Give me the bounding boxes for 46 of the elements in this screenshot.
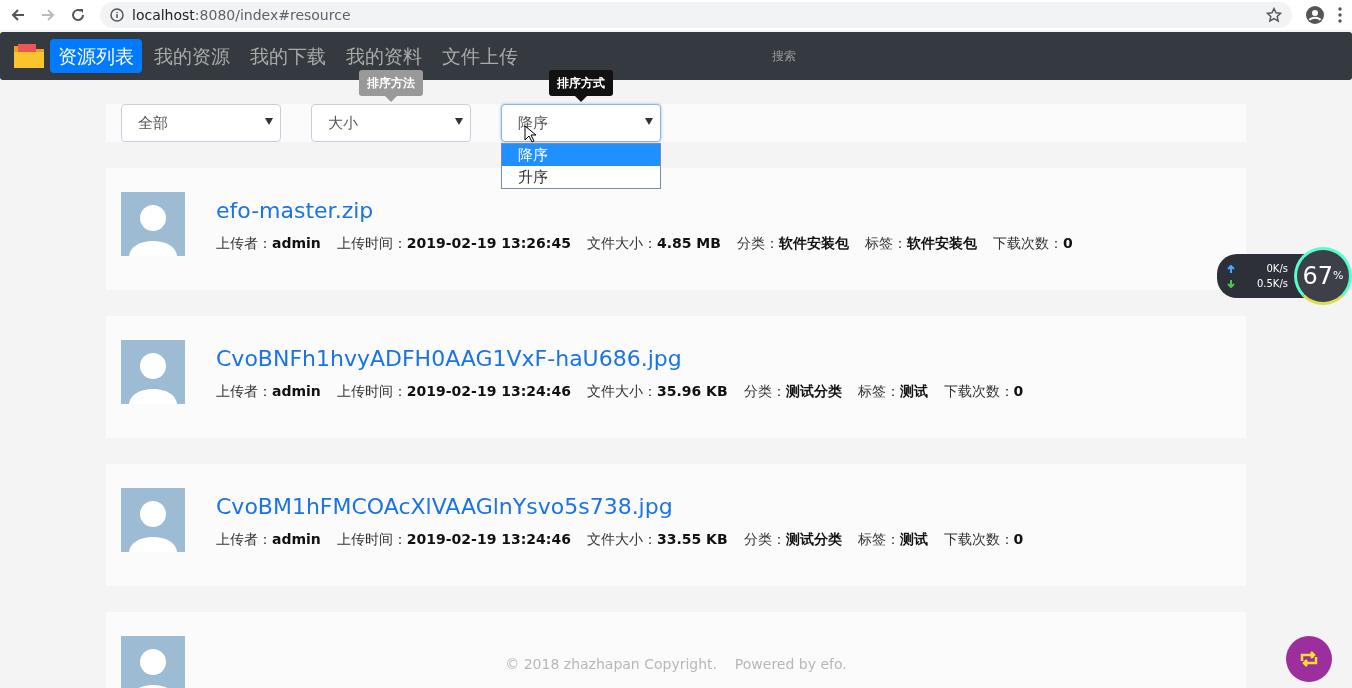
meta-text: 标签：软件安装包 [864,234,977,253]
usage-gauge: 67% [1294,247,1352,305]
folder-icon[interactable] [12,42,46,70]
meta-text: 上传时间：2019-02-19 13:24:46 [336,382,571,401]
meta-text: 上传者：admin [216,382,321,401]
meta-text: 文件大小：4.85 MB [586,234,721,253]
meta-text: 标签：测试 [857,530,928,549]
account-icon[interactable] [1306,6,1324,24]
nav-tab[interactable]: 我的资源 [146,38,238,74]
meta-text: 文件大小：33.55 KB [586,530,728,549]
meta-text: 文件大小：35.96 KB [586,382,728,401]
url-text: localhost:8080/index#resource [132,5,351,25]
menu-icon[interactable] [1338,7,1342,23]
dropdown-option[interactable]: 降序 [502,144,660,166]
tooltip-arrow [575,96,587,102]
file-link[interactable]: CvoBM1hFMCOAcXlVAAGlnYsvo5s738.jpg [216,490,1024,523]
file-link[interactable]: efo-master.zip [216,194,1073,227]
meta-text: 分类：测试分类 [743,382,842,401]
meta-text: 标签：测试 [857,382,928,401]
nav-tab[interactable]: 资源列表 [50,38,142,74]
meta-text: 分类：软件安装包 [736,234,849,253]
speed-text: 0K/s [1265,262,1288,276]
meta-text: 下载次数：0 [992,234,1073,253]
arrow-icon [1226,279,1235,288]
footer-text: © 2018 zhazhapan Copyright. Powered by efo. [505,655,847,674]
search-field[interactable]: 搜索 [770,46,850,66]
select-dropdown[interactable]: 全部 [121,104,281,142]
address-bar[interactable]: localhost:8080/index#resource [100,2,1292,28]
swap-icon [1299,651,1319,667]
info-icon[interactable] [110,8,124,22]
meta-text: 上传者：admin [216,530,321,549]
reload-icon[interactable] [70,7,86,23]
back-icon[interactable] [10,7,26,23]
star-icon[interactable] [1266,7,1282,23]
speed-text: 0.5K/s [1255,277,1288,291]
arrow-icon [1226,264,1235,273]
meta-text: 上传者：admin [216,234,321,253]
file-link[interactable]: CvoBNFh1hvyADFH0AAG1VxF-haU686.jpg [216,342,1024,375]
meta-text: 分类：测试分类 [743,530,842,549]
dropdown-option[interactable]: 升序 [502,166,660,188]
meta-text: 下载次数：0 [943,382,1024,401]
tooltip-arrow [385,96,397,102]
swap-button[interactable] [1286,636,1332,682]
meta-text: 上传时间：2019-02-19 13:26:45 [336,234,571,253]
meta-text: 下载次数：0 [943,530,1024,549]
meta-text: 上传时间：2019-02-19 13:24:46 [336,530,571,549]
